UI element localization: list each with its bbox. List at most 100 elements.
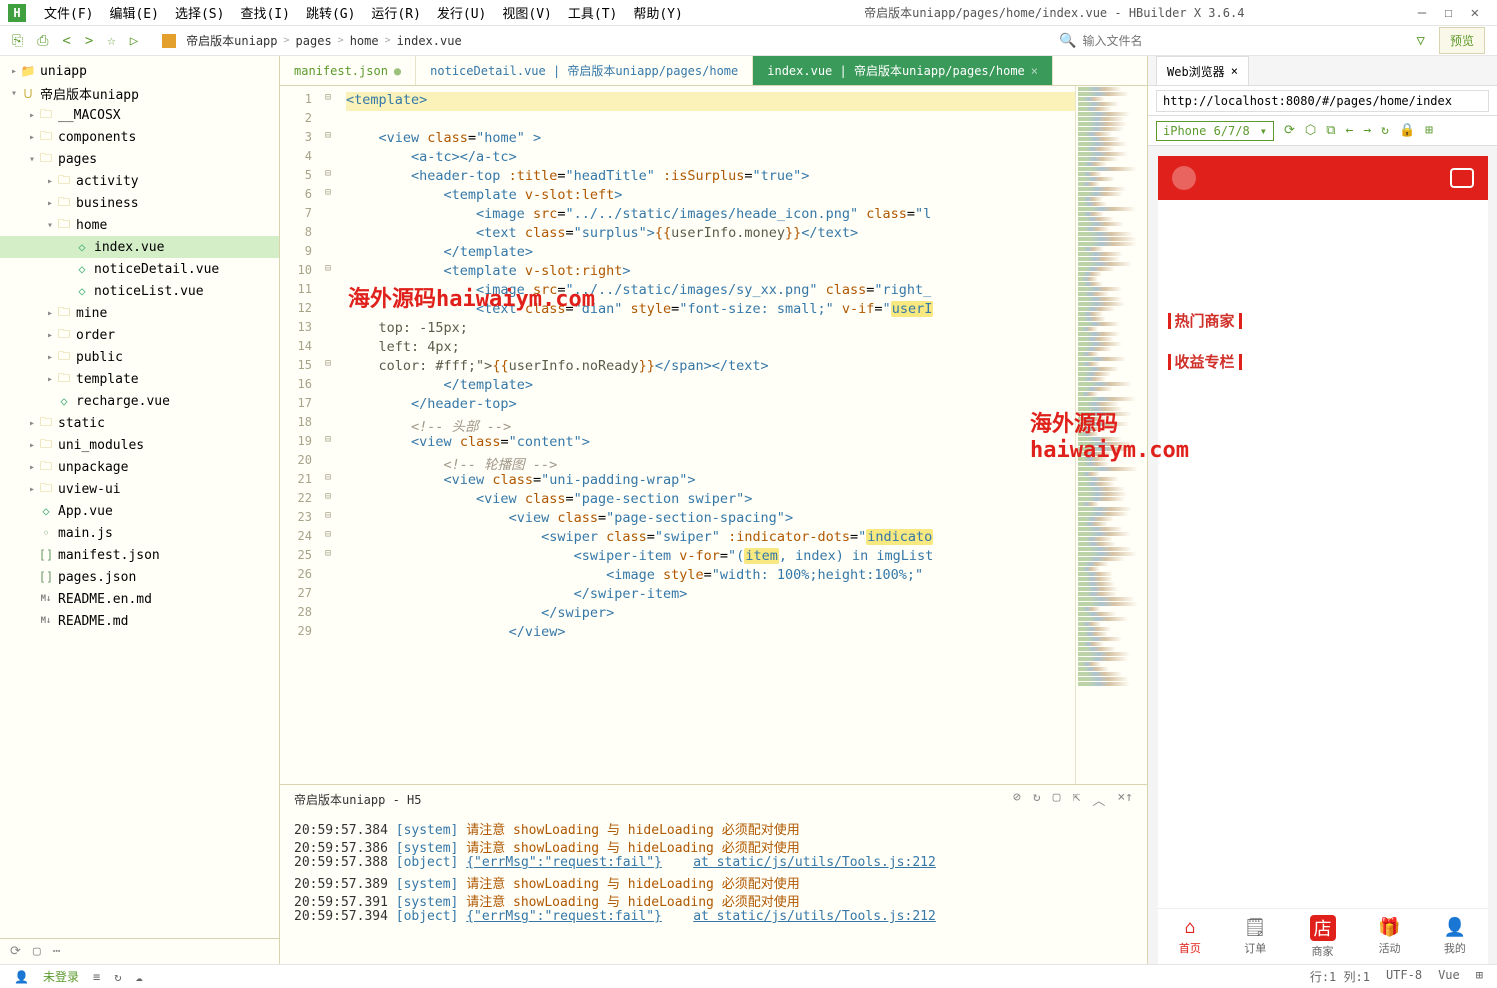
user-icon[interactable]: 👤	[14, 970, 29, 984]
log-line: 20:59:57.386 [system] 请注意 showLoading 与 …	[294, 837, 1133, 855]
menu-item[interactable]: 运行(R)	[363, 7, 428, 22]
tree-item[interactable]: ▾🗀pages	[0, 148, 279, 170]
menu-item[interactable]: 工具(T)	[560, 7, 625, 22]
search-icon[interactable]: 🔍	[1059, 33, 1076, 49]
run-icon[interactable]: ▷	[130, 33, 138, 49]
editor-tab[interactable]: manifest.json●	[280, 56, 416, 85]
save-icon[interactable]: ⎙	[37, 33, 48, 49]
tree-item[interactable]: ◦main.js	[0, 522, 279, 544]
menu-item[interactable]: 发行(U)	[429, 7, 494, 22]
sync-icon[interactable]: ⟳	[10, 944, 21, 959]
refresh-nav-icon[interactable]: ↻	[1381, 123, 1389, 138]
search-input[interactable]	[1083, 34, 1203, 48]
tree-item[interactable]: ▸🗀__MACOSX	[0, 104, 279, 126]
tree-item[interactable]: ▸🗀components	[0, 126, 279, 148]
forward-nav-icon[interactable]: →	[1363, 123, 1371, 138]
avatar-icon[interactable]	[1172, 166, 1196, 190]
lock-icon[interactable]: 🔒	[1399, 123, 1415, 138]
tree-item[interactable]: M↓README.en.md	[0, 588, 279, 610]
close-tab-icon[interactable]: ×	[1231, 64, 1238, 78]
tree-item[interactable]: ▾Ｕ帝启版本uniapp	[0, 82, 279, 104]
tree-item[interactable]: ◇noticeList.vue	[0, 280, 279, 302]
tree-item[interactable]: ▸🗀public	[0, 346, 279, 368]
encoding[interactable]: UTF-8	[1386, 968, 1422, 985]
terminal-icon[interactable]: ≡	[93, 970, 100, 984]
menu-item[interactable]: 视图(V)	[494, 7, 559, 22]
tree-item[interactable]: ▸🗀template	[0, 368, 279, 390]
code-editor[interactable]: 1234567891011121314151617181920212223242…	[280, 86, 1147, 784]
tree-item[interactable]: ▸🗀activity	[0, 170, 279, 192]
collapse-console-icon[interactable]: ︿	[1092, 790, 1105, 809]
tabbar-button[interactable]: ⌂首页	[1179, 917, 1201, 956]
tree-item[interactable]: []pages.json	[0, 566, 279, 588]
breadcrumb-item[interactable]: home	[348, 34, 381, 48]
breadcrumb-item[interactable]: index.vue	[395, 34, 464, 48]
sync-status-icon[interactable]: ↻	[114, 970, 121, 984]
editor-tab[interactable]: index.vue | 帝启版本uniapp/pages/home×	[753, 56, 1053, 85]
minimap[interactable]	[1075, 86, 1147, 784]
filter-icon[interactable]: ▽	[1417, 33, 1425, 49]
tree-item[interactable]: ▸🗀order	[0, 324, 279, 346]
editor-area: manifest.json●noticeDetail.vue | 帝启版本uni…	[280, 56, 1147, 964]
close-console-icon[interactable]: ×↑	[1117, 790, 1133, 809]
tree-item[interactable]: ◇recharge.vue	[0, 390, 279, 412]
console-body[interactable]: 20:59:57.384 [system] 请注意 showLoading 与 …	[280, 813, 1147, 964]
editor-tab[interactable]: noticeDetail.vue | 帝启版本uniapp/pages/home	[416, 56, 753, 85]
console-panel: 帝启版本uniapp - H5 ⊘ ↻ ▢ ⇱ ︿ ×↑ 20:59:57.38…	[280, 784, 1147, 964]
tabbar-button[interactable]: 🗒订单	[1244, 917, 1267, 956]
clear-icon[interactable]: ▢	[1053, 790, 1061, 809]
minimize-icon[interactable]: —	[1418, 5, 1426, 21]
open-icon[interactable]: ⧉	[1326, 123, 1335, 138]
reload-icon[interactable]: ⟳	[1284, 123, 1295, 138]
breadcrumb-item[interactable]: pages	[294, 34, 334, 48]
menu-item[interactable]: 编辑(E)	[101, 7, 166, 22]
code-lines[interactable]: <template> <view class="home" > <a-tc></…	[338, 86, 1075, 784]
tree-item[interactable]: ▸🗀mine	[0, 302, 279, 324]
back-icon[interactable]: <	[62, 33, 70, 49]
tree-item[interactable]: ▸🗀uview-ui	[0, 478, 279, 500]
tree-item[interactable]: ▸🗀static	[0, 412, 279, 434]
log-line: 20:59:57.391 [system] 请注意 showLoading 与 …	[294, 891, 1133, 909]
tree-item[interactable]: ▾🗀home	[0, 214, 279, 236]
tree-item[interactable]: ▸📁uniapp	[0, 60, 279, 82]
export-icon[interactable]: ⇱	[1073, 790, 1081, 809]
tree-item[interactable]: ◇noticeDetail.vue	[0, 258, 279, 280]
preview-url-input[interactable]	[1156, 90, 1489, 112]
menu-item[interactable]: 查找(I)	[232, 7, 297, 22]
cloud-icon[interactable]: ☁	[135, 970, 142, 984]
tree-item[interactable]: M↓README.md	[0, 610, 279, 632]
browser-tab[interactable]: Web浏览器 ×	[1156, 56, 1249, 85]
back-nav-icon[interactable]: ←	[1346, 123, 1354, 138]
device-select[interactable]: iPhone 6/7/8▾	[1156, 121, 1274, 141]
tabbar-button[interactable]: 🎁活动	[1378, 917, 1400, 956]
message-icon[interactable]	[1450, 168, 1474, 188]
collapse-icon[interactable]: ▢	[33, 944, 41, 959]
tree-item[interactable]: []manifest.json	[0, 544, 279, 566]
close-icon[interactable]: ✕	[1471, 5, 1479, 21]
layout-icon[interactable]: ⊞	[1476, 968, 1483, 985]
tree-item[interactable]: ▸🗀business	[0, 192, 279, 214]
login-status[interactable]: 未登录	[43, 968, 79, 985]
menu-item[interactable]: 选择(S)	[167, 7, 232, 22]
tree-item[interactable]: ▸🗀uni_modules	[0, 434, 279, 456]
stop-icon[interactable]: ⊘	[1013, 790, 1021, 809]
star-icon[interactable]: ☆	[107, 33, 115, 49]
menu-item[interactable]: 文件(F)	[36, 7, 101, 22]
new-file-icon[interactable]: ⎘	[12, 33, 23, 49]
tree-item[interactable]: ◇App.vue	[0, 500, 279, 522]
language[interactable]: Vue	[1438, 968, 1460, 985]
preview-button[interactable]: 预览	[1439, 27, 1485, 54]
qr-icon[interactable]: ⊞	[1425, 123, 1433, 138]
forward-icon[interactable]: >	[85, 33, 93, 49]
more-icon[interactable]: ⋯	[53, 944, 61, 959]
menu-item[interactable]: 跳转(G)	[298, 7, 363, 22]
breadcrumb-item[interactable]: 帝启版本uniapp	[184, 32, 279, 49]
menu-item[interactable]: 帮助(Y)	[625, 7, 690, 22]
maximize-icon[interactable]: ☐	[1444, 5, 1452, 21]
restart-icon[interactable]: ↻	[1033, 790, 1041, 809]
tree-item[interactable]: ▸🗀unpackage	[0, 456, 279, 478]
tabbar-button[interactable]: 👤我的	[1444, 917, 1466, 956]
devtools-icon[interactable]: ⬡	[1305, 123, 1316, 138]
tree-item[interactable]: ◇index.vue	[0, 236, 279, 258]
tabbar-button[interactable]: 店商家	[1310, 915, 1336, 959]
